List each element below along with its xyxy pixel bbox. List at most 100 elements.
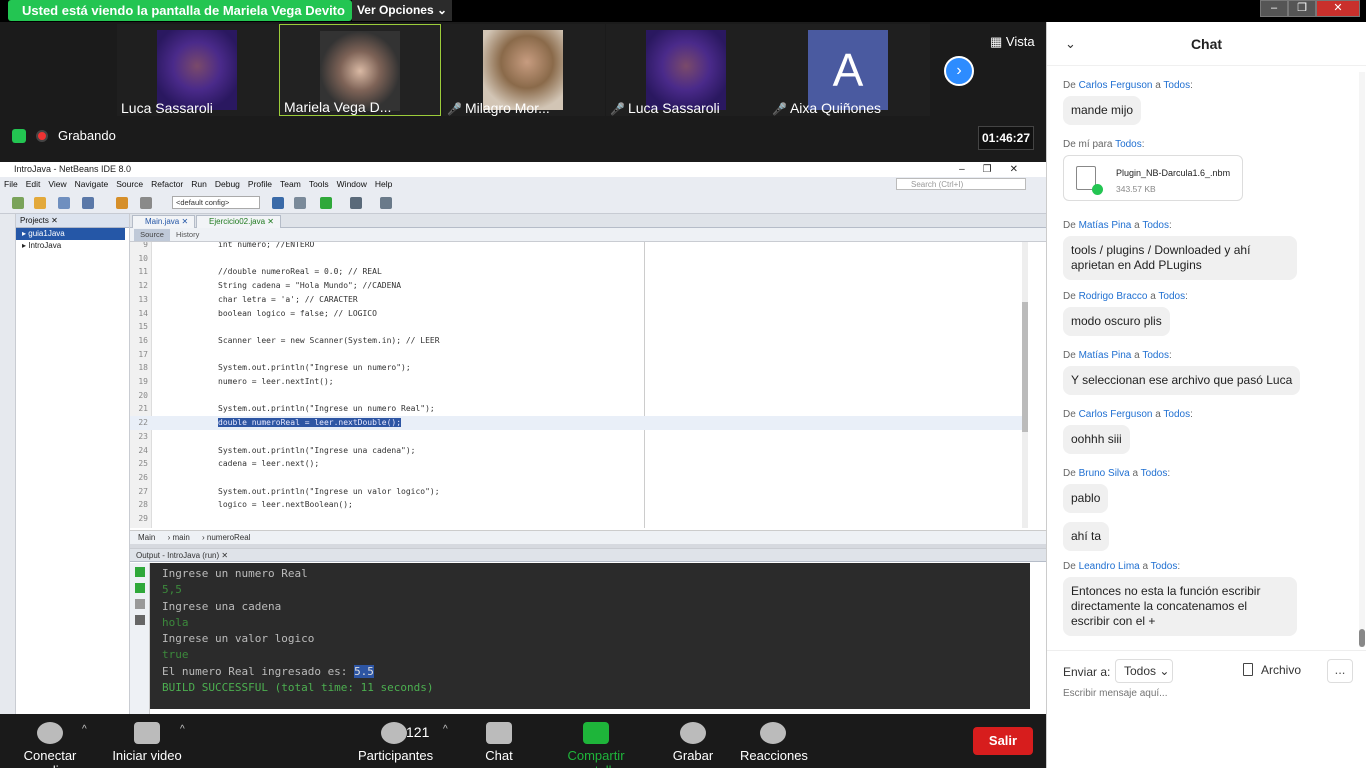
sender-sender[interactable]: Carlos Ferguson <box>1079 80 1153 91</box>
rerun-different-icon[interactable] <box>135 583 145 593</box>
code-line[interactable]: 29 <box>130 512 1026 526</box>
new-file-icon[interactable] <box>12 197 24 209</box>
code-line[interactable]: 13 char letra = 'a'; // CARACTER <box>130 293 1026 307</box>
video-tile[interactable]: Luca Sassaroli <box>117 24 279 116</box>
breadcrumb-variable[interactable]: numeroReal <box>207 533 251 542</box>
restore-icon[interactable]: ❐ <box>1288 0 1316 17</box>
sender-to[interactable]: Todos <box>1141 468 1168 479</box>
code-line[interactable]: 23 <box>130 430 1026 444</box>
code-line[interactable]: 20 <box>130 389 1026 403</box>
code-line[interactable]: 15 <box>130 320 1026 334</box>
video-tile[interactable]: 🎤 Milagro Mor... <box>443 24 605 116</box>
participants-options-icon[interactable]: ^ <box>443 724 448 735</box>
code-line[interactable]: 16 Scanner leer = new Scanner(System.in);… <box>130 334 1026 348</box>
code-line[interactable]: 9 int numero; //ENTERO <box>130 242 1026 252</box>
code-line[interactable]: 24 System.out.println("Ingrese una cadena… <box>130 444 1026 458</box>
debug-icon[interactable] <box>350 197 362 209</box>
sender-sender[interactable]: Leandro Lima <box>1079 561 1140 572</box>
collapse-chevron-icon[interactable]: ⌄ <box>1065 36 1076 52</box>
view-button[interactable]: ▦ Vista <box>990 34 1035 50</box>
run-icon[interactable] <box>320 197 332 209</box>
menu-file[interactable]: File <box>4 179 18 189</box>
code-line[interactable]: 11 //double numeroReal = 0.0; // REAL <box>130 265 1026 279</box>
project-item[interactable]: ▸ IntroJava <box>16 240 129 252</box>
file-button[interactable]: Archivo <box>1243 663 1301 677</box>
stop-icon[interactable] <box>135 599 145 609</box>
sender-to[interactable]: Todos <box>1163 409 1190 420</box>
menu-view[interactable]: View <box>48 179 66 189</box>
code-line[interactable]: 10 <box>130 252 1026 266</box>
menu-team[interactable]: Team <box>280 179 301 189</box>
menu-debug[interactable]: Debug <box>215 179 240 189</box>
next-page-button[interactable]: › <box>944 56 974 86</box>
breadcrumb-class[interactable]: Main <box>138 533 155 542</box>
build-icon[interactable] <box>272 197 284 209</box>
chat-scrollbar[interactable] <box>1359 72 1365 647</box>
sender-sender[interactable]: Matías Pina <box>1079 350 1132 361</box>
new-project-icon[interactable] <box>34 197 46 209</box>
menu-tools[interactable]: Tools <box>309 179 329 189</box>
sender-to[interactable]: Todos <box>1142 350 1169 361</box>
join-audio-button[interactable]: Conectar audio <box>10 722 90 768</box>
more-options-button[interactable]: ... <box>1327 659 1353 683</box>
leave-button[interactable]: Salir <box>973 727 1033 755</box>
security-shield-icon[interactable] <box>12 128 26 143</box>
menu-help[interactable]: Help <box>375 179 392 189</box>
rerun-icon[interactable] <box>135 567 145 577</box>
sender-sender[interactable]: Carlos Ferguson <box>1079 409 1153 420</box>
save-all-icon[interactable] <box>82 197 94 209</box>
close-icon[interactable]: ✕ <box>1316 0 1360 17</box>
open-project-icon[interactable] <box>58 197 70 209</box>
code-line[interactable]: 12 String cadena = "Hola Mundo"; //CADENA <box>130 279 1026 293</box>
sender-to[interactable]: Todos <box>1115 139 1142 150</box>
sender-to[interactable]: Todos <box>1163 80 1190 91</box>
minimize-icon[interactable]: – <box>1260 0 1288 17</box>
sender-to[interactable]: Todos <box>1151 561 1178 572</box>
settings-icon[interactable] <box>135 615 145 625</box>
sender-sender[interactable]: Rodrigo Bracco <box>1079 291 1148 302</box>
menu-run[interactable]: Run <box>191 179 207 189</box>
editor-tab-ejercicio02[interactable]: Ejercicio02.java ✕ <box>196 215 281 228</box>
share-screen-button[interactable]: Compartir pantalla <box>544 722 648 768</box>
file-attachment[interactable]: Plugin_NB-Darcula1.6_.nbm 343.57 KB <box>1063 155 1243 201</box>
menu-edit[interactable]: Edit <box>26 179 41 189</box>
editor-tab-main[interactable]: Main.java ✕ <box>132 215 196 228</box>
undo-icon[interactable] <box>116 197 128 209</box>
menu-source[interactable]: Source <box>116 179 143 189</box>
menu-navigate[interactable]: Navigate <box>75 179 109 189</box>
code-line[interactable]: 28 logico = leer.nextBoolean(); <box>130 498 1026 512</box>
code-line[interactable]: 21 System.out.println("Ingrese un numero … <box>130 402 1026 416</box>
menu-profile[interactable]: Profile <box>248 179 272 189</box>
code-line[interactable]: 25 cadena = leer.next(); <box>130 457 1026 471</box>
start-video-button[interactable]: Iniciar video <box>112 722 182 763</box>
send-to-select[interactable]: Todos ⌄ <box>1115 659 1173 683</box>
video-options-icon[interactable]: ^ <box>180 724 185 735</box>
source-tab[interactable]: Source <box>134 229 170 241</box>
code-line[interactable]: 26 <box>130 471 1026 485</box>
video-tile-active[interactable]: Mariela Vega D... <box>279 24 441 116</box>
chat-button[interactable]: Chat <box>480 722 518 763</box>
video-tile[interactable]: 🎤 Luca Sassaroli <box>606 24 768 116</box>
profile-icon[interactable] <box>380 197 392 209</box>
record-button[interactable]: Grabar <box>672 722 714 763</box>
code-line[interactable]: 27 System.out.println("Ingrese un valor l… <box>130 485 1026 499</box>
code-line[interactable]: 19 numero = leer.nextInt(); <box>130 375 1026 389</box>
sender-to[interactable]: Todos <box>1158 291 1185 302</box>
config-select[interactable]: <default config> <box>172 196 260 209</box>
ide-search-input[interactable]: Search (Ctrl+I) <box>896 178 1026 190</box>
video-tile[interactable]: A 🎤 Aixa Quiñones <box>768 24 930 116</box>
output-tab[interactable]: Output - IntroJava (run) ✕ <box>130 549 1046 562</box>
history-tab[interactable]: History <box>176 229 199 241</box>
code-area[interactable]: 9 int numero; //ENTERO 10 11 //double numero… <box>130 242 1026 528</box>
participants-button[interactable]: 121 Participantes <box>358 722 433 763</box>
netbeans-window-controls[interactable]: –❐✕ <box>959 162 1036 177</box>
projects-tab[interactable]: Projects ✕ <box>16 214 129 228</box>
redo-icon[interactable] <box>140 197 152 209</box>
navigator-strip[interactable] <box>0 214 16 714</box>
output-console[interactable]: Ingrese un numero Real 5,5 Ingrese una cad… <box>150 563 1030 709</box>
editor-scrollbar[interactable] <box>1022 242 1028 528</box>
sender-sender[interactable]: Matías Pina <box>1079 220 1132 231</box>
code-line[interactable]: 18 System.out.println("Ingrese un numero"… <box>130 361 1026 375</box>
breadcrumb-method[interactable]: main <box>172 533 189 542</box>
menu-refactor[interactable]: Refactor <box>151 179 183 189</box>
